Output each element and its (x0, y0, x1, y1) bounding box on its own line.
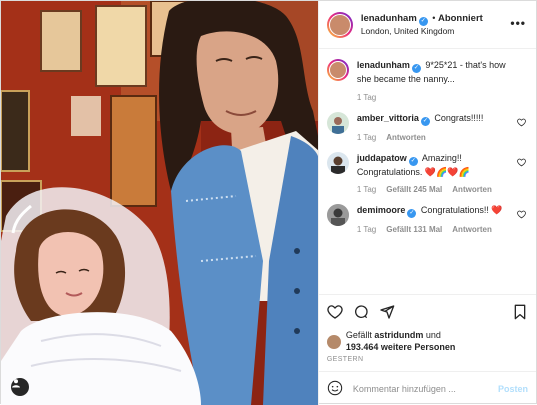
comment-meta: 1 Tag Antworten (357, 133, 514, 142)
comment-time[interactable]: 1 Tag (357, 225, 376, 234)
comment-like-count[interactable]: Gefällt 131 Mal (386, 225, 442, 234)
post-photo[interactable] (1, 1, 318, 405)
post-actions-bar (318, 294, 536, 328)
comment-username[interactable]: amber_vittoria (357, 113, 419, 123)
post-date[interactable]: GESTERN (319, 356, 536, 371)
verified-badge-icon: ✓ (407, 209, 417, 219)
comment-body: amber_vittoria ✓ Congrats!!!!! 1 Tag Antw… (357, 112, 528, 142)
caption: lenadunham ✓ 9*25*21 - that's how she bec… (326, 59, 528, 102)
verified-badge-icon: ✓ (411, 64, 421, 73)
comment-username[interactable]: demimoore (357, 205, 406, 215)
more-options-icon[interactable]: ••• (508, 16, 528, 34)
comment-content: Congratulations!! ❤️ (420, 205, 503, 216)
comment-like-count[interactable]: Gefällt 245 Mal (386, 185, 442, 194)
likes-count[interactable]: 193.464 weitere Personen (346, 342, 456, 352)
instagram-post-modal: lenadunham ✓ • Abonniert London, United K… (0, 0, 537, 405)
separator-dot: • (432, 12, 436, 23)
comment-avatar[interactable] (326, 151, 349, 174)
photo-illustration (1, 1, 318, 405)
comment-item: demimoore ✓ Congratulations!! ❤️ 1 Tag Ge… (326, 204, 528, 234)
comment-item: amber_vittoria ✓ Congrats!!!!! 1 Tag Antw… (326, 111, 528, 142)
caption-username[interactable]: lenadunham (357, 60, 410, 70)
author-avatar[interactable] (326, 11, 353, 38)
heart-icon[interactable] (327, 304, 343, 320)
verified-badge-icon: ✓ (408, 156, 418, 166)
caption-text: lenadunham ✓ 9*25*21 - that's how she bec… (357, 59, 514, 86)
verified-badge-icon: ✓ (420, 116, 430, 126)
comment-icon[interactable] (353, 304, 369, 320)
comment-avatar[interactable] (326, 111, 349, 134)
comment-like-heart-icon[interactable] (517, 158, 526, 169)
reply-button[interactable]: Antworten (386, 133, 426, 142)
likes-text[interactable]: Gefällt astridundm und 193.464 weitere P… (346, 330, 456, 353)
bookmark-icon[interactable] (512, 304, 528, 320)
likes-summary: Gefällt astridundm und 193.464 weitere P… (319, 328, 536, 356)
comment-text: demimoore ✓ Congratulations!! ❤️ (357, 204, 514, 219)
user-tag-icon[interactable] (11, 378, 29, 396)
liker-avatar[interactable] (326, 335, 341, 349)
caption-avatar[interactable] (326, 59, 349, 81)
comment-text: amber_vittoria ✓ Congrats!!!!! (357, 112, 514, 126)
post-header: lenadunham ✓ • Abonniert London, United K… (318, 1, 536, 49)
comment-body: juddapatow ✓ Amazing!! Congratulations. ❤… (357, 152, 528, 195)
comment-like-heart-icon[interactable] (517, 118, 526, 129)
comment-time[interactable]: 1 Tag (357, 185, 376, 194)
comment-body: demimoore ✓ Congratulations!! ❤️ 1 Tag Ge… (357, 204, 528, 234)
emoji-icon[interactable] (327, 380, 343, 398)
comment-composer: Posten (318, 371, 536, 405)
comment-content: Congrats!!!!! (434, 112, 484, 123)
likes-and: und (425, 330, 441, 341)
comment-username[interactable]: juddapatow (357, 153, 407, 163)
caption-body: lenadunham ✓ 9*25*21 - that's how she bec… (357, 59, 528, 102)
reply-button[interactable]: Antworten (452, 185, 492, 194)
comment-time[interactable]: 1 Tag (357, 133, 376, 142)
follow-status-button[interactable]: Abonniert (438, 13, 483, 24)
comment-meta: 1 Tag Gefällt 245 Mal Antworten (357, 185, 514, 194)
comment-item: juddapatow ✓ Amazing!! Congratulations. ❤… (326, 151, 528, 195)
verified-badge-icon: ✓ (418, 16, 428, 26)
comment-text: juddapatow ✓ Amazing!! Congratulations. ❤… (357, 152, 514, 179)
post-comment-button[interactable]: Posten (498, 384, 528, 394)
post-header-text: lenadunham ✓ • Abonniert London, United K… (361, 12, 509, 37)
comment-avatar[interactable] (326, 204, 349, 227)
post-location[interactable]: London, United Kingdom (361, 26, 509, 37)
likes-prefix: Gefällt (345, 330, 372, 341)
reply-button[interactable]: Antworten (452, 225, 492, 234)
liker-username[interactable]: astridundm (374, 330, 423, 340)
caption-time[interactable]: 1 Tag (357, 93, 376, 102)
comment-like-heart-icon[interactable] (517, 210, 526, 221)
author-username[interactable]: lenadunham (361, 13, 417, 24)
share-icon[interactable] (379, 304, 395, 320)
comment-input[interactable] (352, 383, 498, 394)
post-sidebar: lenadunham ✓ • Abonniert London, United K… (317, 1, 536, 405)
comment-meta: 1 Tag Gefällt 131 Mal Antworten (357, 225, 514, 234)
comments-list: lenadunham ✓ 9*25*21 - that's how she bec… (319, 49, 536, 294)
caption-meta: 1 Tag (357, 93, 514, 102)
